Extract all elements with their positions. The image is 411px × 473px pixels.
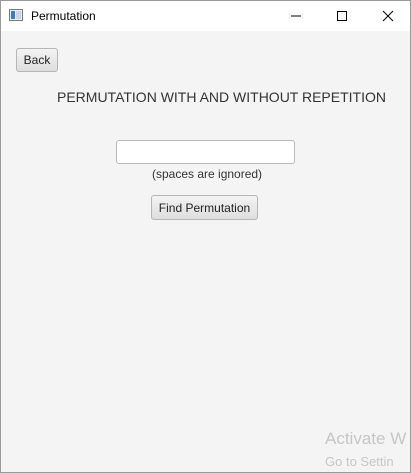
app-window: Permutation Back PERMUTATION WITH AND WI…	[0, 0, 411, 473]
find-permutation-button[interactable]: Find Permutation	[151, 195, 258, 220]
back-button-label: Back	[23, 53, 51, 67]
main-panel: Back PERMUTATION WITH AND WITHOUT REPETI…	[1, 31, 410, 472]
window-title: Permutation	[31, 9, 96, 23]
permutation-input[interactable]	[116, 140, 295, 164]
back-button[interactable]: Back	[16, 48, 58, 72]
find-permutation-label: Find Permutation	[158, 200, 251, 215]
java-app-icon	[9, 9, 23, 21]
minimize-icon	[291, 15, 301, 17]
maximize-button[interactable]	[319, 1, 365, 31]
minimize-button[interactable]	[273, 1, 319, 31]
close-icon	[382, 10, 394, 22]
maximize-icon	[337, 11, 347, 21]
activate-windows-watermark: Activate W	[325, 429, 407, 448]
page-heading: PERMUTATION WITH AND WITHOUT REPETITION	[57, 89, 386, 105]
input-hint: (spaces are ignored)	[152, 167, 263, 181]
title-bar[interactable]: Permutation	[1, 1, 410, 31]
activate-windows-subtext: Go to Settin	[325, 454, 394, 469]
close-button[interactable]	[365, 1, 410, 31]
